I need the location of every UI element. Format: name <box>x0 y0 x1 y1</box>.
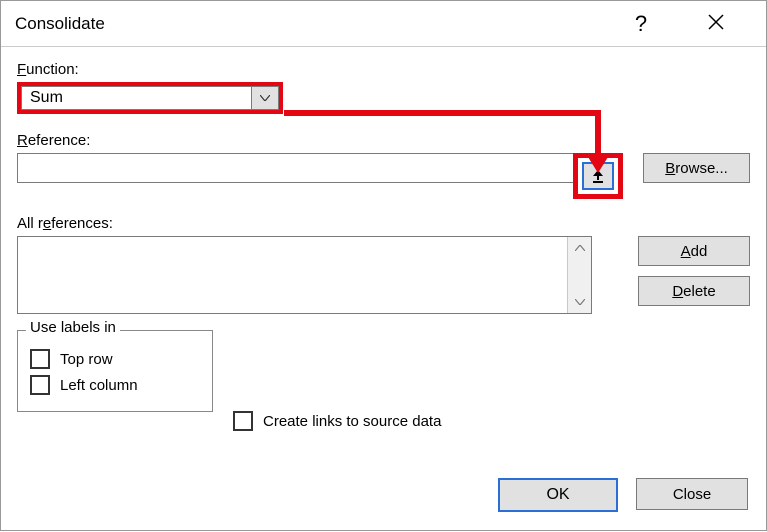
dialog-title: Consolidate <box>15 14 105 34</box>
top-row-label: Top row <box>60 351 113 368</box>
create-links-row: Create links to source data <box>233 411 441 431</box>
function-value: Sum <box>21 86 251 110</box>
reference-label: Reference: <box>17 132 750 149</box>
fieldset-legend: Use labels in <box>26 319 120 336</box>
create-links-checkbox[interactable] <box>233 411 253 431</box>
all-references-list[interactable] <box>17 236 592 314</box>
all-references-label: All references: <box>17 215 750 232</box>
browse-button[interactable]: Browse... <box>643 153 750 183</box>
ok-button[interactable]: OK <box>498 478 618 512</box>
dialog-buttons: OK Close <box>498 478 748 512</box>
close-button[interactable] <box>686 1 746 47</box>
chevron-down-icon[interactable] <box>251 86 279 110</box>
dialog-content: Function: Sum Reference: Browse... <box>1 47 766 422</box>
collapse-dialog-button[interactable] <box>582 162 614 190</box>
all-references-row: Add Delete <box>17 236 750 314</box>
collapse-highlight <box>573 153 623 199</box>
help-button[interactable]: ? <box>616 1 666 47</box>
top-row-checkbox[interactable] <box>30 349 50 369</box>
scroll-up-icon[interactable] <box>568 237 591 259</box>
list-content <box>18 237 567 313</box>
function-dropdown[interactable]: Sum <box>17 82 283 114</box>
add-button[interactable]: Add <box>638 236 750 266</box>
close-dialog-button[interactable]: Close <box>636 478 748 510</box>
left-column-label: Left column <box>60 377 138 394</box>
function-label: Function: <box>17 61 750 78</box>
reference-row: Browse... <box>17 153 750 199</box>
scroll-down-icon[interactable] <box>568 291 591 313</box>
left-column-checkbox[interactable] <box>30 375 50 395</box>
titlebar: Consolidate ? <box>1 1 766 47</box>
use-labels-fieldset: Use labels in Top row Left column <box>17 330 213 412</box>
delete-button[interactable]: Delete <box>638 276 750 306</box>
reference-input[interactable] <box>17 153 577 183</box>
create-links-label: Create links to source data <box>263 413 441 430</box>
scrollbar[interactable] <box>567 237 591 313</box>
